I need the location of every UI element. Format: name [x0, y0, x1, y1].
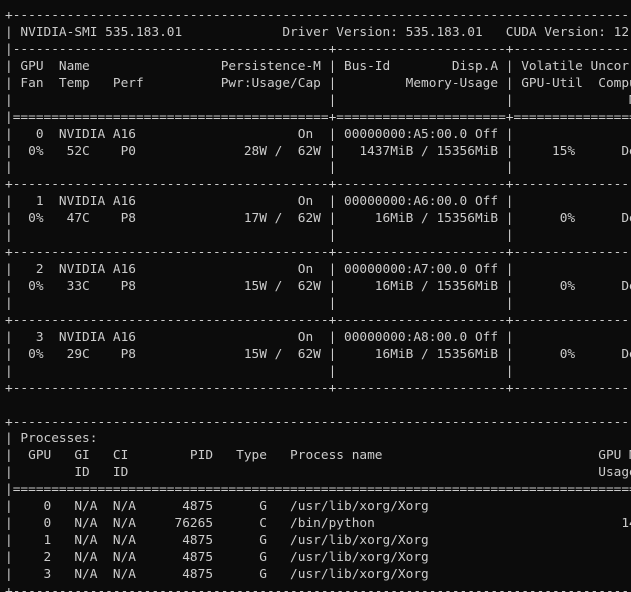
terminal-line: +---------------------------------------… [5, 583, 631, 592]
terminal-line: | | | N/A | [5, 228, 631, 244]
terminal-window[interactable]: +---------------------------------------… [0, 0, 631, 592]
terminal-line: | GPU GI CI PID Type Process name GPU Me… [5, 448, 631, 464]
terminal-line: | GPU Name Persistence-M | Bus-Id Disp.A… [5, 58, 631, 74]
terminal-line: | 0% 29C P8 15W / 62W | 16MiB / 15356MiB… [5, 346, 631, 362]
terminal-line: | 2 NVIDIA A16 On | 00000000:A7:00.0 Off… [5, 262, 631, 278]
terminal-line: | Processes: | [5, 431, 631, 447]
terminal-line: +---------------------------------------… [5, 414, 631, 430]
terminal-line: | | | N/A | [5, 295, 631, 311]
terminal-line: | NVIDIA-SMI 535.183.01 Driver Version: … [5, 24, 631, 40]
terminal-line: | 0% 47C P8 17W / 62W | 16MiB / 15356MiB… [5, 211, 631, 227]
terminal-line: | | | MIG M. | [5, 92, 631, 108]
terminal-line: |=======================================… [5, 482, 631, 498]
terminal-line: | 0 N/A N/A 4875 G /usr/lib/xorg/Xorg 4M… [5, 499, 631, 515]
terminal-line: | 2 N/A N/A 4875 G /usr/lib/xorg/Xorg 4M… [5, 550, 631, 565]
terminal-line: | | | N/A | [5, 160, 631, 176]
terminal-line: | 0 N/A N/A 76265 C /bin/python 1416MiB … [5, 516, 631, 532]
terminal-line: | 0 NVIDIA A16 On | 00000000:A5:00.0 Off… [5, 126, 631, 142]
terminal-line: | 1 NVIDIA A16 On | 00000000:A6:00.0 Off… [5, 194, 631, 210]
terminal-line: |---------------------------------------… [5, 41, 631, 57]
terminal-line: | ID ID Usage | [5, 465, 631, 481]
terminal-line: | 3 NVIDIA A16 On | 00000000:A8:00.0 Off… [5, 329, 631, 345]
terminal-line: | 3 N/A N/A 4875 G /usr/lib/xorg/Xorg 4M… [5, 566, 631, 582]
terminal-line: | 1 N/A N/A 4875 G /usr/lib/xorg/Xorg 4M… [5, 533, 631, 549]
terminal-line: | | | N/A | [5, 363, 631, 379]
terminal-line: +---------------------------------------… [5, 380, 631, 396]
terminal-line: |=======================================… [5, 109, 631, 125]
terminal-line: +---------------------------------------… [5, 8, 631, 23]
terminal-line: | 0% 52C P0 28W / 62W | 1437MiB / 15356M… [5, 143, 631, 159]
terminal-line: +---------------------------------------… [5, 245, 631, 261]
terminal-line: +---------------------------------------… [5, 177, 631, 193]
terminal-line: +---------------------------------------… [5, 312, 631, 328]
terminal-line: | Fan Temp Perf Pwr:Usage/Cap | Memory-U… [5, 75, 631, 91]
terminal-line: | 0% 33C P8 15W / 62W | 16MiB / 15356MiB… [5, 279, 631, 294]
